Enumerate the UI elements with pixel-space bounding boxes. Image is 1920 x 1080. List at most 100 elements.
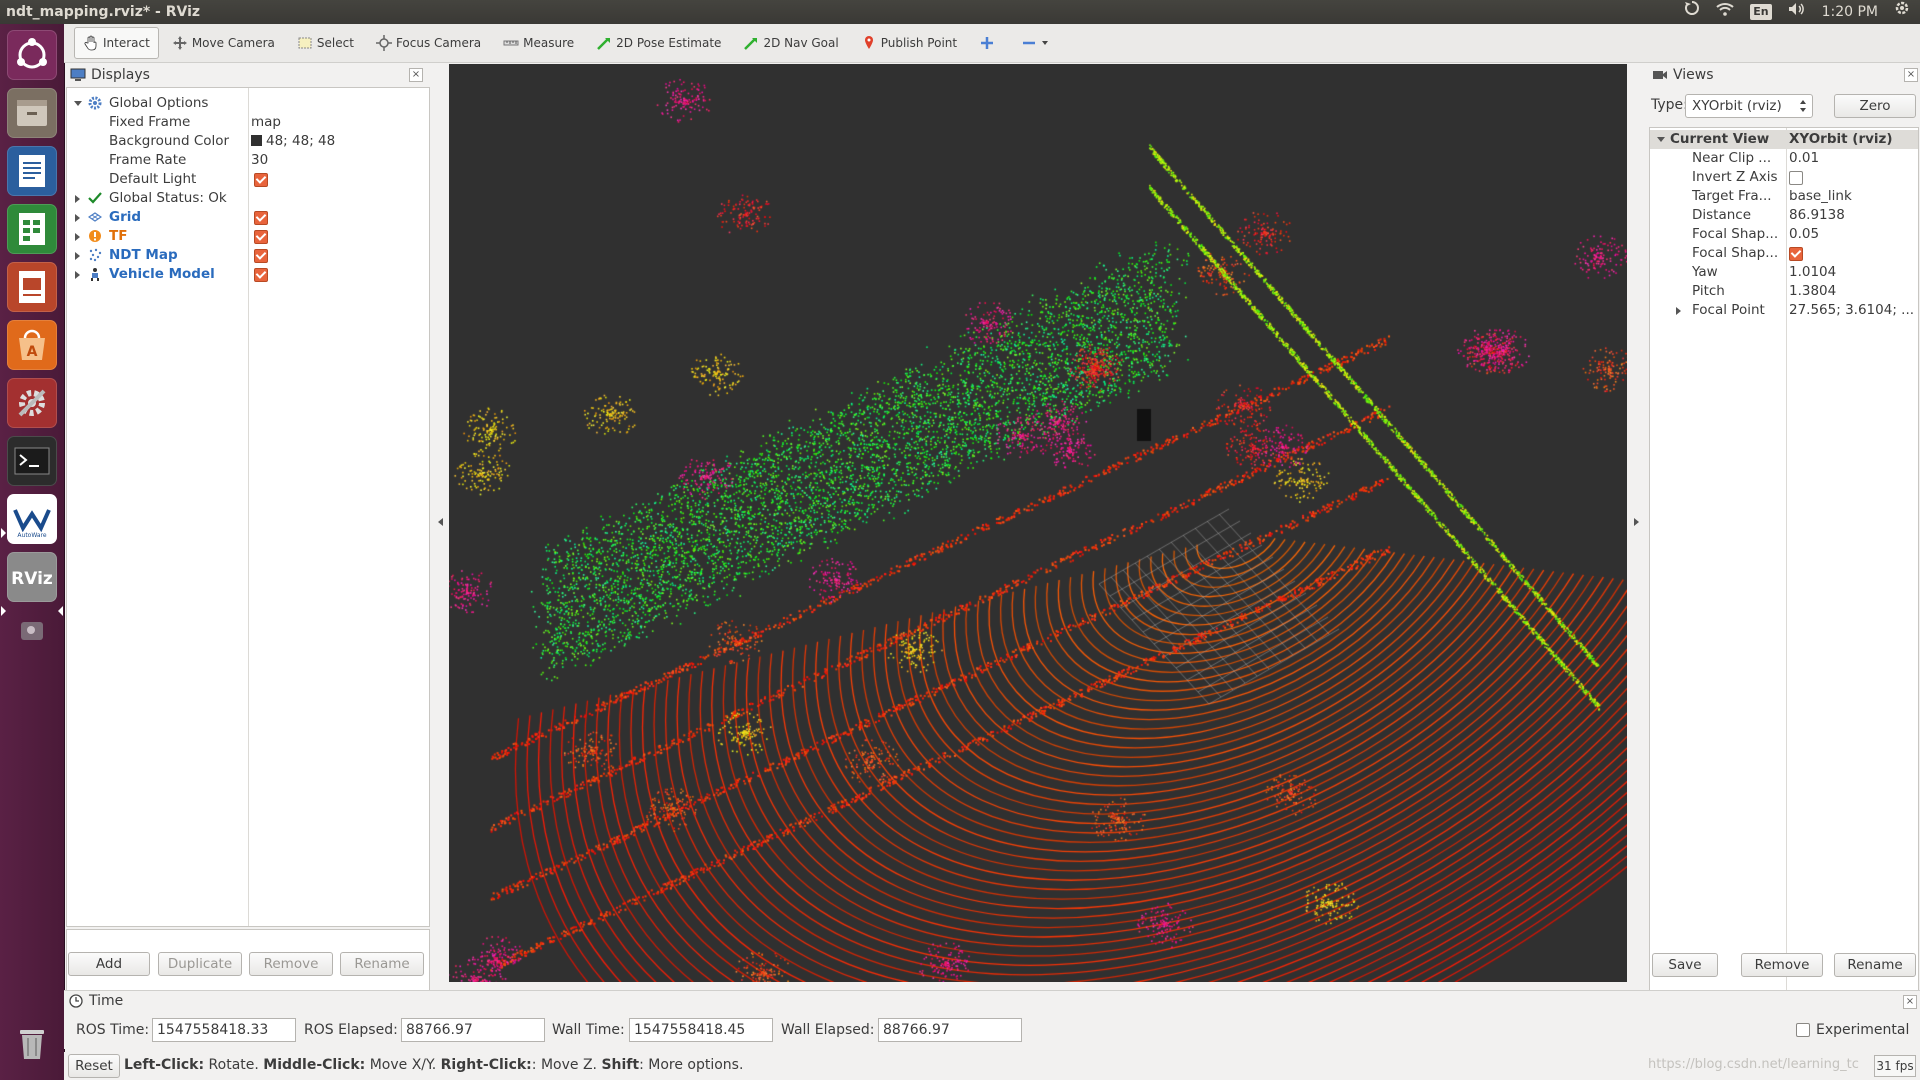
- grid-enabled-checkbox[interactable]: [254, 211, 268, 225]
- calc-icon[interactable]: [7, 204, 57, 254]
- displays-close-icon[interactable]: ×: [409, 68, 423, 82]
- ros-time-field[interactable]: 1547558418.33: [152, 1018, 296, 1042]
- render-viewport[interactable]: [449, 64, 1627, 982]
- view-property-row[interactable]: Target Fra... base_link: [1650, 187, 1918, 206]
- clock[interactable]: 1:20 PM: [1822, 0, 1878, 24]
- near-clip-value[interactable]: 0.01: [1789, 149, 1819, 168]
- volume-icon[interactable]: [1788, 0, 1806, 24]
- tool-2d-pose-estimate[interactable]: 2D Pose Estimate: [587, 27, 730, 59]
- views-close-icon[interactable]: ×: [1904, 68, 1918, 82]
- focal-shape-size-label: Focal Shap...: [1692, 226, 1779, 242]
- view-type-select[interactable]: XYOrbit (rviz): [1685, 94, 1813, 118]
- reset-button[interactable]: Reset: [68, 1054, 120, 1078]
- tool-publish-point[interactable]: Publish Point: [852, 27, 966, 59]
- target-frame-value[interactable]: base_link: [1789, 187, 1852, 206]
- writer-icon[interactable]: [7, 146, 57, 196]
- view-property-row[interactable]: Yaw 1.0104: [1650, 263, 1918, 282]
- expand-arrow-icon[interactable]: [75, 252, 80, 260]
- ndt-map-enabled-checkbox[interactable]: [254, 249, 268, 263]
- tree-row-fixed-frame[interactable]: Fixed Frame map: [67, 113, 429, 132]
- zero-view-button[interactable]: Zero: [1834, 94, 1916, 118]
- view-property-row[interactable]: Focal Point 27.565; 3.6104; ...: [1650, 301, 1918, 320]
- tool-interact[interactable]: Interact: [74, 27, 159, 59]
- focal-point-value[interactable]: 27.565; 3.6104; ...: [1789, 301, 1914, 320]
- view-property-row[interactable]: Invert Z Axis: [1650, 168, 1918, 187]
- point-cloud-render[interactable]: [449, 64, 1627, 982]
- rename-view-button[interactable]: Rename: [1834, 953, 1916, 977]
- screenshot-icon[interactable]: [21, 622, 43, 640]
- robot-model-icon: [91, 268, 99, 281]
- time-close-icon[interactable]: ×: [1903, 995, 1917, 1009]
- tf-enabled-checkbox[interactable]: [254, 230, 268, 244]
- view-property-row[interactable]: Distance 86.9138: [1650, 206, 1918, 225]
- distance-value[interactable]: 86.9138: [1789, 206, 1845, 225]
- add-tool-button[interactable]: [970, 27, 1008, 59]
- fixed-frame-value[interactable]: map: [251, 113, 281, 132]
- expand-arrow-icon[interactable]: [1676, 307, 1681, 315]
- add-display-button[interactable]: Add: [68, 952, 150, 976]
- sync-icon[interactable]: [1684, 0, 1700, 24]
- tree-row-vehicle-model[interactable]: Vehicle Model: [67, 265, 429, 284]
- tool-move-camera[interactable]: Move Camera: [163, 27, 284, 59]
- tree-row-grid[interactable]: Grid: [67, 208, 429, 227]
- view-property-row[interactable]: Focal Shap...: [1650, 244, 1918, 263]
- expand-arrow-icon[interactable]: [75, 233, 80, 241]
- tool-focus-camera[interactable]: Focus Camera: [367, 27, 490, 59]
- collapse-right-panel-arrow[interactable]: [1634, 518, 1639, 526]
- collapse-arrow-icon[interactable]: [74, 101, 82, 106]
- duplicate-display-button[interactable]: Duplicate: [158, 952, 242, 976]
- tool-measure[interactable]: Measure: [494, 27, 583, 59]
- files-icon[interactable]: [7, 88, 57, 138]
- keyboard-layout-indicator[interactable]: En: [1750, 4, 1772, 20]
- autoware-icon[interactable]: AutoWare: [7, 494, 57, 544]
- collapse-arrow-icon[interactable]: [1657, 137, 1665, 142]
- wall-time-field[interactable]: 1547558418.45: [629, 1018, 773, 1042]
- tree-row-tf[interactable]: TF: [67, 227, 429, 246]
- tree-row-ndt-map[interactable]: NDT Map: [67, 246, 429, 265]
- tree-row-frame-rate[interactable]: Frame Rate 30: [67, 151, 429, 170]
- focal-shape-size-value[interactable]: 0.05: [1789, 225, 1819, 244]
- pitch-value[interactable]: 1.3804: [1789, 282, 1836, 301]
- wall-elapsed-field[interactable]: 88766.97: [878, 1018, 1022, 1042]
- focal-shape-fixed-checkbox[interactable]: [1789, 247, 1803, 261]
- invert-z-checkbox[interactable]: [1789, 171, 1803, 185]
- displays-panel-header: Displays: [70, 65, 150, 85]
- system-settings-icon[interactable]: [7, 378, 57, 428]
- save-view-button[interactable]: Save: [1652, 953, 1718, 977]
- expand-arrow-icon[interactable]: [75, 195, 80, 203]
- ros-elapsed-field[interactable]: 88766.97: [401, 1018, 545, 1042]
- tool-2d-nav-goal[interactable]: 2D Nav Goal: [734, 27, 847, 59]
- tree-row-background-color[interactable]: Background Color 48; 48; 48: [67, 132, 429, 151]
- default-light-checkbox[interactable]: [254, 173, 268, 187]
- impress-icon[interactable]: [7, 262, 57, 312]
- expand-arrow-icon[interactable]: [75, 271, 80, 279]
- terminal-icon[interactable]: [7, 436, 57, 486]
- tree-row-global-options[interactable]: Global Options: [67, 94, 429, 113]
- experimental-checkbox[interactable]: [1796, 1023, 1810, 1037]
- focus-camera-icon: [375, 35, 392, 51]
- view-property-row[interactable]: Focal Shap... 0.05: [1650, 225, 1918, 244]
- remove-display-button[interactable]: Remove: [249, 952, 333, 976]
- rename-display-button[interactable]: Rename: [340, 952, 424, 976]
- hint-left-click-action: Rotate.: [204, 1057, 264, 1073]
- wifi-icon[interactable]: [1716, 0, 1734, 24]
- view-property-row[interactable]: Pitch 1.3804: [1650, 282, 1918, 301]
- view-property-row[interactable]: Near Clip ... 0.01: [1650, 149, 1918, 168]
- background-color-value[interactable]: 48; 48; 48: [251, 132, 335, 151]
- collapse-left-panel-arrow[interactable]: [438, 518, 443, 526]
- trash-icon[interactable]: [7, 1018, 57, 1068]
- tree-row-default-light[interactable]: Default Light: [67, 170, 429, 189]
- remove-tool-button[interactable]: [1012, 27, 1058, 59]
- software-center-icon[interactable]: A: [7, 320, 57, 370]
- power-gear-icon[interactable]: [1894, 0, 1910, 24]
- expand-arrow-icon[interactable]: [75, 214, 80, 222]
- current-view-row[interactable]: Current View XYOrbit (rviz): [1650, 130, 1918, 149]
- rviz-icon[interactable]: RViz: [7, 552, 57, 602]
- yaw-value[interactable]: 1.0104: [1789, 263, 1836, 282]
- ubuntu-dash-icon[interactable]: [7, 30, 57, 80]
- remove-view-button[interactable]: Remove: [1741, 953, 1823, 977]
- tool-select[interactable]: Select: [288, 27, 363, 59]
- frame-rate-value[interactable]: 30: [251, 151, 268, 170]
- tree-row-global-status[interactable]: Global Status: Ok: [67, 189, 429, 208]
- vehicle-model-enabled-checkbox[interactable]: [254, 268, 268, 282]
